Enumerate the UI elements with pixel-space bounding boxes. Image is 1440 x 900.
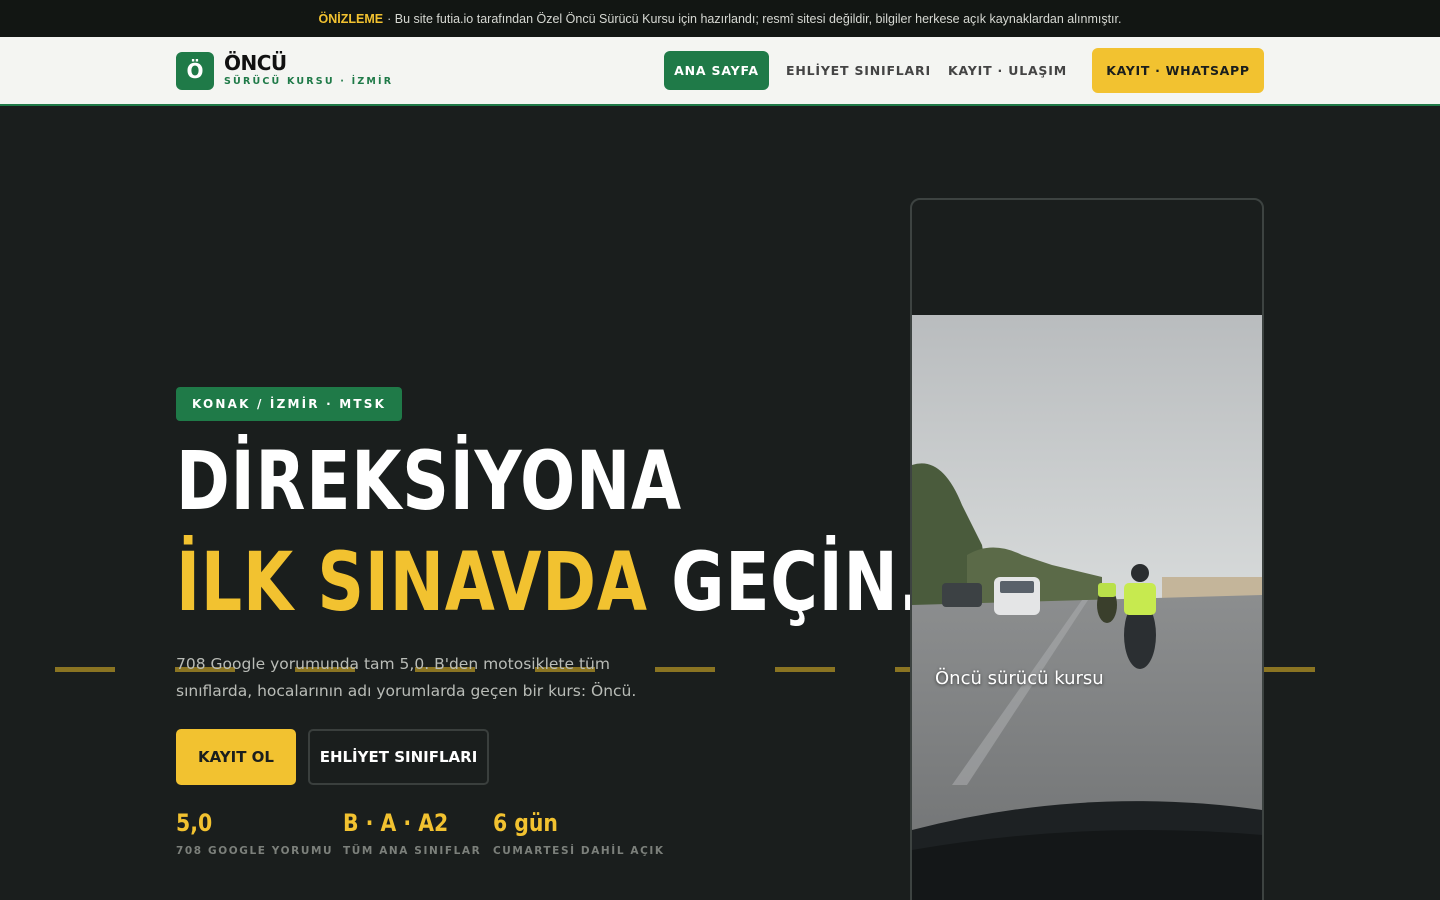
hero-headline-line2: İLK SINAVDA GEÇİN. — [176, 543, 924, 624]
brand-name[interactable]: ÖNCÜ — [224, 51, 287, 75]
video-caption: Öncü sürücü kursu — [935, 668, 1104, 689]
register-button[interactable]: KAYIT OL — [176, 729, 296, 785]
driving-video[interactable]: Öncü sürücü kursu — [912, 315, 1262, 900]
road-dash — [655, 667, 715, 672]
stat-classes-label: TÜM ANA SINIFLAR — [343, 845, 482, 857]
nav-link-license-classes[interactable]: EHLİYET SINIFLARI — [786, 51, 931, 90]
stat-days-label: CUMARTESİ DAHİL AÇIK — [493, 845, 665, 857]
nav-link-home[interactable]: ANA SAYFA — [664, 51, 769, 90]
license-classes-button[interactable]: EHLİYET SINIFLARI — [308, 729, 489, 785]
stat-rating-label: 708 GOOGLE YORUMU — [176, 845, 334, 857]
preview-banner: ÖNİZLEME · Bu site futia.io tarafından Ö… — [0, 0, 1440, 37]
stat-days-value: 6 gün — [493, 809, 558, 837]
road-dash — [55, 667, 115, 672]
video-scene — [912, 315, 1262, 900]
stat-classes-value: B · A · A2 — [343, 809, 449, 837]
nav-link-register-contact[interactable]: KAYIT · ULAŞIM — [948, 51, 1067, 90]
road-dash — [1255, 667, 1315, 672]
hero-headline-line1: DİREKSİYONA — [176, 435, 682, 529]
hero-description: 708 Google yorumunda tam 5,0. B'den moto… — [176, 655, 637, 700]
whatsapp-register-button[interactable]: KAYIT · WHATSAPP — [1092, 48, 1264, 93]
brand-subtitle: SÜRÜCÜ KURSU · İZMİR — [224, 76, 394, 87]
headline-rest: GEÇİN. — [671, 536, 924, 630]
headline-highlight: İLK SINAVDA — [176, 536, 648, 630]
phone-video-frame: Öncü sürücü kursu — [910, 198, 1264, 900]
preview-tag: ÖNİZLEME — [318, 11, 384, 26]
stat-rating-value: 5,0 — [176, 809, 213, 837]
road-dash — [775, 667, 835, 672]
top-navbar: Ö ÖNCÜ SÜRÜCÜ KURSU · İZMİR ANA SAYFA EH… — [0, 37, 1440, 106]
location-badge: KONAK / İZMİR · MTSK — [176, 387, 403, 421]
preview-text: · Bu site futia.io tarafından Özel Öncü … — [387, 11, 1122, 26]
logo-icon[interactable]: Ö — [176, 52, 214, 90]
